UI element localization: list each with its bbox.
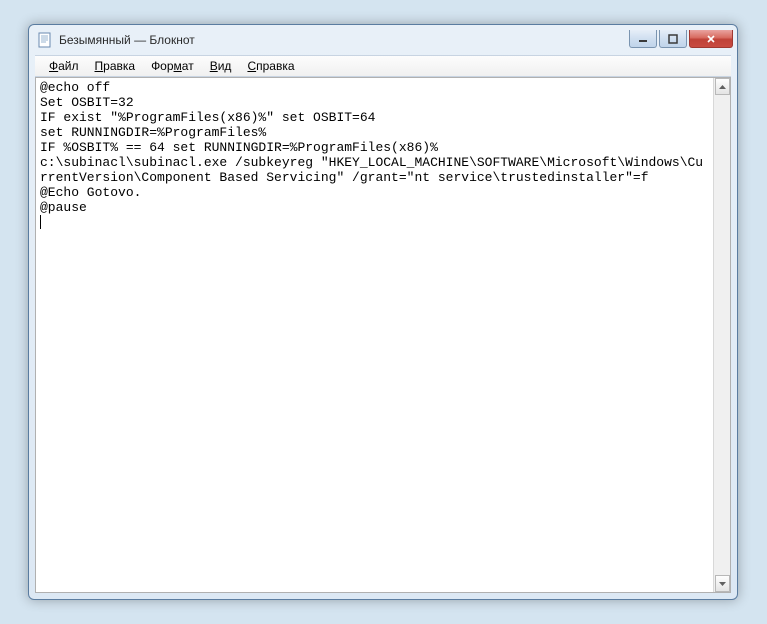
vertical-scrollbar[interactable] xyxy=(713,78,730,592)
window-title: Безымянный — Блокнот xyxy=(59,33,629,47)
maximize-button[interactable] xyxy=(659,30,687,48)
menu-view[interactable]: Вид xyxy=(202,57,240,75)
titlebar[interactable]: Безымянный — Блокнот xyxy=(29,25,737,55)
text-content[interactable]: @echo off Set OSBIT=32 IF exist "%Progra… xyxy=(36,78,713,592)
scroll-up-button[interactable] xyxy=(715,78,730,95)
window-controls xyxy=(629,30,733,48)
menubar: Файл Правка Формат Вид Справка xyxy=(35,55,731,77)
editor-area: @echo off Set OSBIT=32 IF exist "%Progra… xyxy=(35,77,731,593)
close-button[interactable] xyxy=(689,30,733,48)
menu-format[interactable]: Формат xyxy=(143,57,202,75)
scroll-down-button[interactable] xyxy=(715,575,730,592)
text-cursor xyxy=(40,215,41,229)
menu-edit[interactable]: Правка xyxy=(87,57,144,75)
notepad-icon xyxy=(37,32,53,48)
menu-help[interactable]: Справка xyxy=(239,57,302,75)
minimize-button[interactable] xyxy=(629,30,657,48)
notepad-window: Безымянный — Блокнот Файл Правка Формат … xyxy=(28,24,738,600)
menu-file[interactable]: Файл xyxy=(41,57,87,75)
